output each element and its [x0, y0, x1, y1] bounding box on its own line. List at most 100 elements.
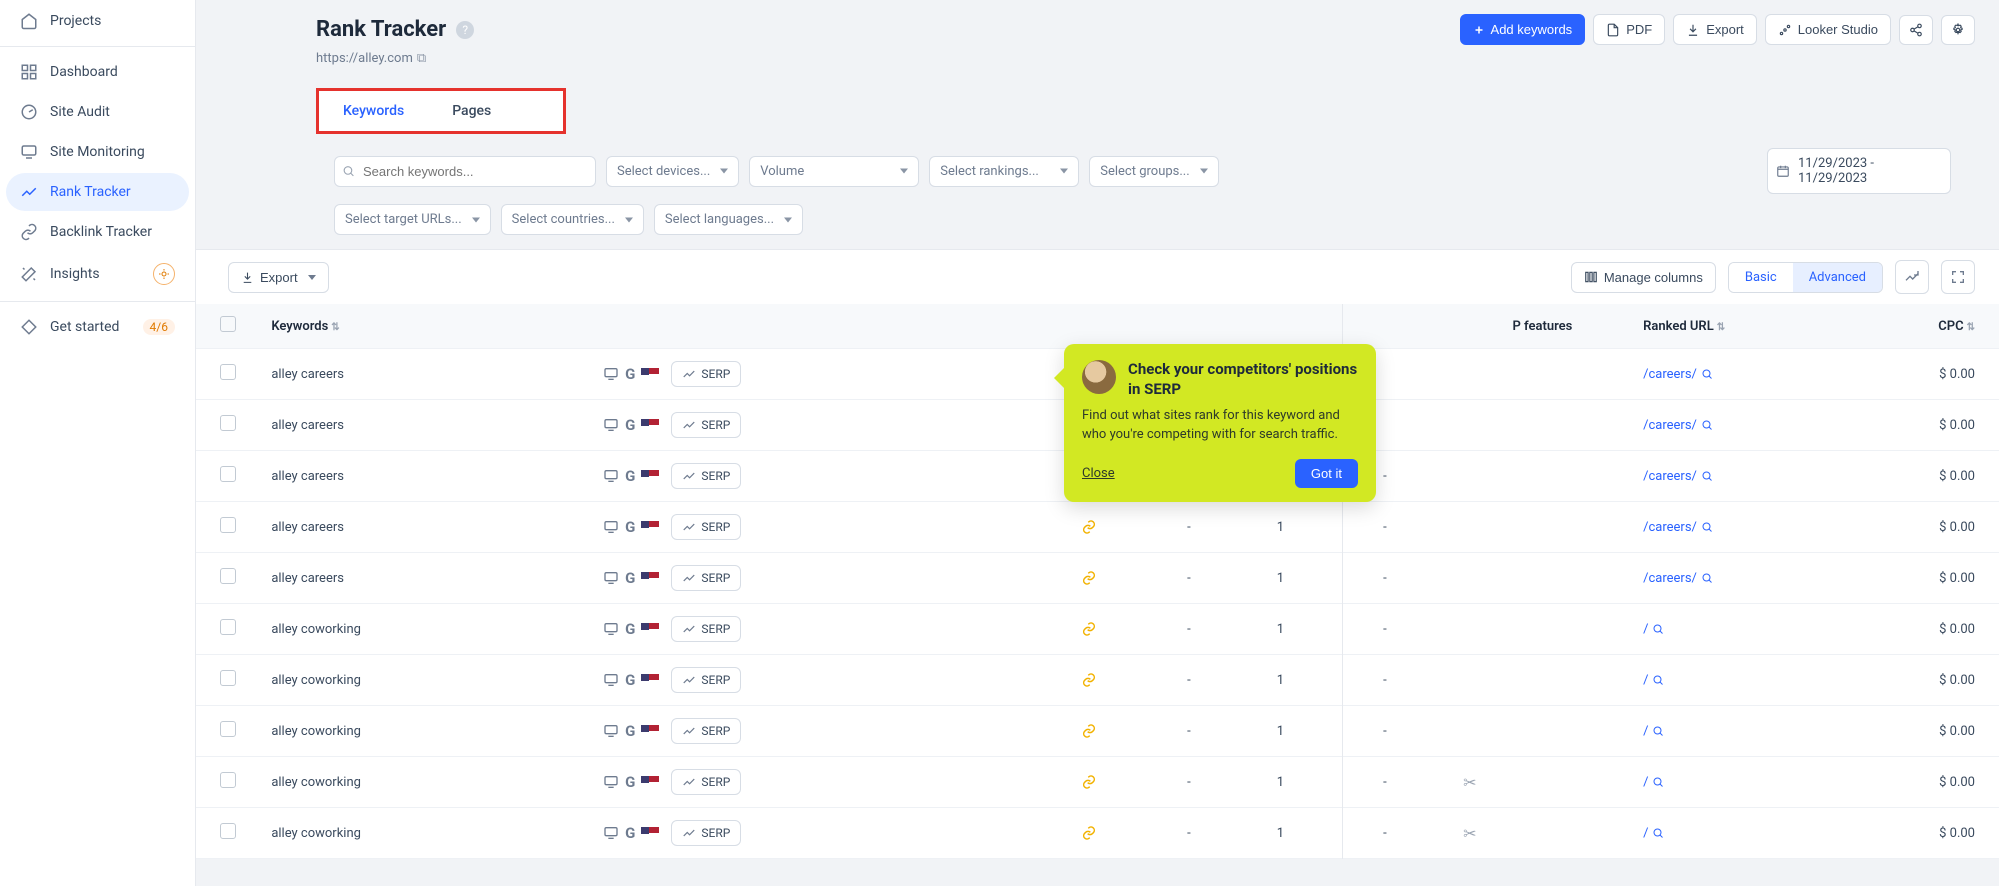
export-table-button[interactable]: Export — [228, 262, 329, 293]
row-checkbox[interactable] — [220, 568, 236, 584]
chart-toggle-button[interactable] — [1895, 260, 1929, 294]
serp-button[interactable]: SERP — [671, 718, 741, 744]
select-rankings[interactable]: Select rankings... — [929, 156, 1079, 187]
row-checkbox[interactable] — [220, 721, 236, 737]
sidebar-item-dashboard[interactable]: Dashboard — [6, 53, 189, 91]
position-value: - — [1150, 553, 1228, 604]
sidebar-item-insights[interactable]: Insights — [6, 253, 189, 295]
serp-button[interactable]: SERP — [671, 412, 741, 438]
column-keywords-header[interactable]: Keywords — [271, 319, 328, 334]
select-languages[interactable]: Select languages... — [654, 204, 803, 235]
serp-button[interactable]: SERP — [671, 361, 741, 387]
table-row: alley coworking G SERP - 1 - ✂ / $ 0.00 — [196, 757, 1999, 808]
basic-view-button[interactable]: Basic — [1729, 263, 1793, 292]
button-label: Manage columns — [1604, 270, 1703, 285]
sidebar-item-rank-tracker[interactable]: Rank Tracker — [6, 173, 189, 211]
site-url[interactable]: https://alley.com ⧉ — [316, 51, 1975, 66]
row-checkbox[interactable] — [220, 772, 236, 788]
keyword-name: alley careers — [271, 520, 591, 535]
select-devices[interactable]: Select devices... — [606, 156, 739, 187]
keyword-name: alley coworking — [271, 724, 591, 739]
desktop-icon — [603, 672, 619, 688]
pdf-button[interactable]: PDF — [1593, 14, 1665, 45]
ranked-url-link[interactable]: / — [1643, 724, 1664, 739]
site-url-link[interactable]: https://alley.com — [316, 51, 413, 66]
tip-gotit-button[interactable]: Got it — [1295, 459, 1358, 488]
date-range-text: 11/29/2023 - 11/29/2023 — [1798, 156, 1874, 186]
ranked-url-link[interactable]: /careers/ — [1643, 469, 1713, 484]
diff-value: - — [1333, 757, 1438, 808]
us-flag-icon — [641, 674, 659, 686]
tab-pages[interactable]: Pages — [428, 91, 515, 131]
column-serp-features-header[interactable]: P features — [1512, 319, 1572, 334]
select-volume[interactable]: Volume — [749, 156, 919, 187]
serp-button[interactable]: SERP — [671, 769, 741, 795]
cpc-value: $ 0.00 — [1868, 757, 1999, 808]
sidebar-item-get-started[interactable]: Get started 4/6 — [6, 308, 189, 346]
export-header-button[interactable]: Export — [1673, 14, 1757, 45]
row-checkbox[interactable] — [220, 364, 236, 380]
serp-button[interactable]: SERP — [671, 463, 741, 489]
row-checkbox[interactable] — [220, 415, 236, 431]
table-row: alley careers G SERP - 1 - /careers/ $ 0… — [196, 553, 1999, 604]
date-range-picker[interactable]: 11/29/2023 - 11/29/2023 — [1767, 148, 1951, 194]
sidebar-item-label: Site Audit — [50, 104, 110, 120]
select-target-urls[interactable]: Select target URLs... — [334, 204, 491, 235]
magnifier-icon — [1652, 623, 1664, 635]
row-checkbox[interactable] — [220, 517, 236, 533]
select-groups[interactable]: Select groups... — [1089, 156, 1219, 187]
share-button[interactable] — [1899, 15, 1933, 45]
select-countries[interactable]: Select countries... — [501, 204, 644, 235]
scissors-icon: ✂ — [1463, 824, 1476, 843]
column-ranked-url-header[interactable]: Ranked URL — [1643, 319, 1714, 334]
sort-icon: ⇅ — [1967, 322, 1975, 333]
sidebar-item-projects[interactable]: Projects — [6, 2, 189, 40]
ranked-url-link[interactable]: / — [1643, 622, 1664, 637]
looker-studio-button[interactable]: Looker Studio — [1765, 14, 1891, 45]
tab-keywords[interactable]: Keywords — [319, 91, 428, 131]
add-keywords-button[interactable]: Add keywords — [1460, 14, 1586, 45]
scissors-icon: ✂ — [1463, 773, 1476, 792]
keyword-name: alley careers — [271, 571, 591, 586]
tabs-highlighted-box: Keywords Pages — [316, 88, 566, 134]
google-icon: G — [625, 467, 635, 485]
ranked-url-link[interactable]: / — [1643, 775, 1664, 790]
magnifier-icon — [1652, 674, 1664, 686]
serp-feature-icon — [1081, 774, 1139, 790]
google-icon: G — [625, 518, 635, 536]
help-icon[interactable]: ? — [456, 21, 474, 39]
row-checkbox[interactable] — [220, 466, 236, 482]
serp-button[interactable]: SERP — [671, 820, 741, 846]
column-cpc-header[interactable]: CPC — [1938, 319, 1963, 334]
external-link-icon: ⧉ — [417, 51, 426, 66]
settings-button[interactable] — [1941, 15, 1975, 45]
serp-button[interactable]: SERP — [671, 616, 741, 642]
serp-button[interactable]: SERP — [671, 667, 741, 693]
ranked-url-link[interactable]: /careers/ — [1643, 418, 1713, 433]
advanced-view-button[interactable]: Advanced — [1793, 263, 1882, 292]
select-all-checkbox[interactable] — [220, 316, 236, 332]
magnifier-icon — [1701, 419, 1713, 431]
ranked-url-link[interactable]: /careers/ — [1643, 571, 1713, 586]
row-checkbox[interactable] — [220, 619, 236, 635]
sidebar-item-site-audit[interactable]: Site Audit — [6, 93, 189, 131]
ranked-url-link[interactable]: / — [1643, 673, 1664, 688]
search-keywords-input[interactable] — [334, 156, 596, 187]
tip-close-link[interactable]: Close — [1082, 466, 1115, 481]
row-checkbox[interactable] — [220, 670, 236, 686]
cpc-value: $ 0.00 — [1868, 655, 1999, 706]
serp-button[interactable]: SERP — [671, 514, 741, 540]
sidebar-item-site-monitoring[interactable]: Site Monitoring — [6, 133, 189, 171]
diff-value: - — [1333, 706, 1438, 757]
ranked-url-link[interactable]: / — [1643, 826, 1664, 841]
diff-value: - — [1333, 604, 1438, 655]
sidebar-item-backlink-tracker[interactable]: Backlink Tracker — [6, 213, 189, 251]
row-checkbox[interactable] — [220, 823, 236, 839]
keyword-name: alley careers — [271, 367, 591, 382]
desktop-icon — [603, 417, 619, 433]
serp-button[interactable]: SERP — [671, 565, 741, 591]
ranked-url-link[interactable]: /careers/ — [1643, 367, 1713, 382]
fullscreen-button[interactable] — [1941, 260, 1975, 294]
manage-columns-button[interactable]: Manage columns — [1571, 262, 1716, 293]
ranked-url-link[interactable]: /careers/ — [1643, 520, 1713, 535]
